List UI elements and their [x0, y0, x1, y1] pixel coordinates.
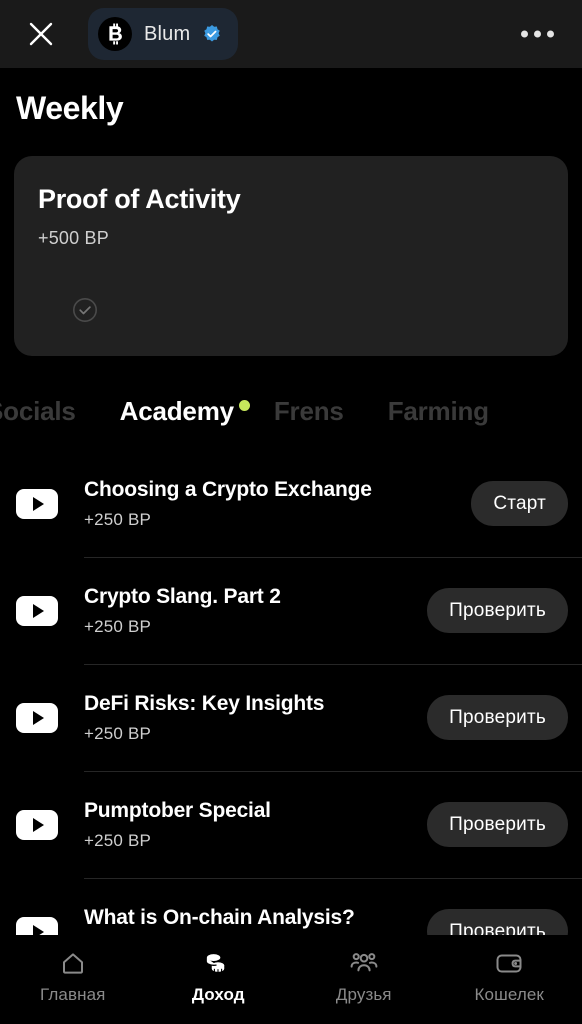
more-options-icon: [534, 30, 541, 38]
youtube-icon: [16, 809, 58, 840]
task-action-button[interactable]: Проверить: [427, 588, 568, 633]
task-row[interactable]: Choosing a Crypto Exchange +250 BP Старт: [0, 450, 582, 557]
task-reward: +250 BP: [84, 723, 152, 743]
tab-academy[interactable]: Academy: [119, 395, 250, 427]
wallet-icon: [493, 948, 525, 978]
nav-item-wallet[interactable]: Кошелек: [437, 948, 582, 1005]
more-options-icon: [547, 30, 554, 38]
more-options-icon: [521, 30, 528, 38]
proof-card-status: [72, 297, 98, 328]
youtube-icon: [16, 488, 58, 519]
task-action-button[interactable]: Проверить: [427, 695, 568, 740]
nav-label-wallet: Кошелек: [474, 985, 544, 1004]
coins-icon: [201, 948, 235, 978]
tab-notification-dot-icon: [238, 399, 250, 411]
bottom-navigation: Главная Доход Друзья Кошелек: [0, 935, 582, 1024]
tab-farming-label: Farming: [387, 395, 489, 426]
task-title: Choosing a Crypto Exchange: [84, 477, 372, 501]
friends-icon: [348, 948, 380, 978]
verified-badge-icon: [204, 25, 221, 42]
nav-label-home: Главная: [40, 985, 106, 1004]
task-reward: +250 BP: [84, 509, 152, 529]
youtube-icon: [16, 702, 58, 733]
task-title: Crypto Slang. Part 2: [84, 584, 281, 608]
nav-item-friends[interactable]: Друзья: [291, 948, 437, 1005]
task-row[interactable]: Pumptober Special +250 BP Проверить: [0, 771, 582, 878]
task-row[interactable]: DeFi Risks: Key Insights +250 BP Провери…: [0, 664, 582, 771]
tab-socials[interactable]: Socials: [0, 396, 76, 427]
youtube-icon: [16, 595, 58, 626]
app-screen: Blum Weekly Proof of Activity +500 BP So…: [0, 0, 582, 1024]
task-title: What is On-chain Analysis?: [84, 905, 355, 929]
task-reward: +250 BP: [84, 830, 152, 850]
task-text: Crypto Slang. Part 2 +250 BP: [84, 585, 427, 637]
proof-card-reward: +500 BP: [38, 228, 109, 248]
task-text: Pumptober Special +250 BP: [84, 799, 427, 851]
tab-academy-label: Academy: [119, 395, 234, 426]
blum-logo-icon: [98, 17, 132, 51]
category-tabs: Socials Academy Frens Farming: [0, 386, 582, 436]
app-name-label: Blum: [144, 22, 191, 45]
proof-card-title: Proof of Activity: [38, 184, 241, 214]
close-icon: [29, 22, 53, 46]
tab-socials-label: Socials: [0, 395, 76, 426]
task-row[interactable]: Crypto Slang. Part 2 +250 BP Проверить: [0, 557, 582, 664]
tab-frens[interactable]: Frens: [274, 396, 344, 427]
task-title: DeFi Risks: Key Insights: [84, 691, 325, 715]
nav-item-home[interactable]: Главная: [0, 948, 146, 1005]
nav-item-income[interactable]: Доход: [146, 948, 292, 1005]
task-title: Pumptober Special: [84, 798, 271, 822]
home-icon: [58, 948, 88, 978]
task-list: Choosing a Crypto Exchange +250 BP Старт…: [0, 450, 582, 985]
task-text: Choosing a Crypto Exchange +250 BP: [84, 478, 471, 530]
task-action-button[interactable]: Проверить: [427, 802, 568, 847]
tab-farming[interactable]: Farming: [388, 396, 489, 427]
task-reward: +250 BP: [84, 616, 152, 636]
check-circle-icon: [73, 298, 97, 322]
more-options-button[interactable]: [517, 23, 558, 46]
nav-label-friends: Друзья: [335, 985, 392, 1004]
task-action-button[interactable]: Старт: [471, 481, 568, 526]
page-title: Weekly: [16, 90, 124, 126]
tab-frens-label: Frens: [273, 395, 344, 426]
close-button[interactable]: [24, 17, 58, 51]
nav-label-income: Доход: [191, 985, 245, 1004]
task-text: DeFi Risks: Key Insights +250 BP: [84, 692, 427, 744]
top-bar: Blum: [0, 0, 582, 68]
app-chip[interactable]: Blum: [88, 8, 239, 60]
